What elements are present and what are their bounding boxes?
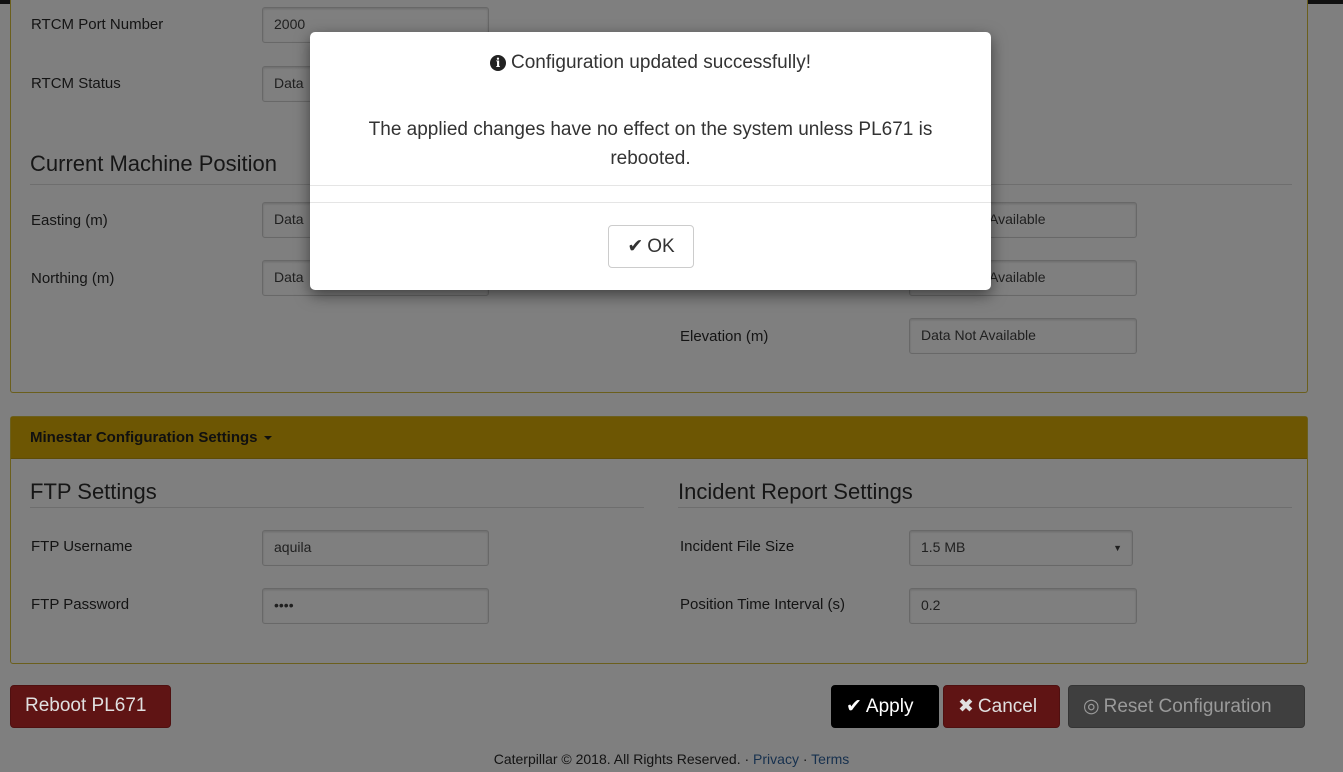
- reboot-label: Reboot PL671: [25, 695, 147, 716]
- ftp-divider: [30, 507, 644, 508]
- caret-down-icon: [263, 436, 272, 441]
- position-time-interval-label: Position Time Interval (s): [680, 596, 846, 613]
- northing-label: Northing (m): [31, 270, 115, 287]
- minestar-heading-text: Minestar Configuration Settings: [30, 429, 258, 446]
- privacy-link[interactable]: Privacy: [753, 751, 799, 767]
- rtcm-port-label: RTCM Port Number: [31, 16, 164, 33]
- incident-file-size-label: Incident File Size: [680, 538, 795, 555]
- footer-copyright: Caterpillar © 2018. All Rights Reserved.…: [493, 751, 754, 767]
- success-modal: i Configuration updated successfully! The…: [310, 32, 991, 290]
- select-arrow-icon: ▼: [1113, 543, 1122, 553]
- ftp-settings-title: FTP Settings: [30, 479, 157, 504]
- reset-configuration-button[interactable]: ◎ Reset Configuration: [1068, 685, 1305, 728]
- incident-file-size-select[interactable]: 1.5 MB ▼: [909, 530, 1133, 566]
- info-icon: i: [490, 55, 507, 71]
- modal-title: i Configuration updated successfully!: [310, 52, 991, 74]
- ok-label: OK: [647, 236, 675, 257]
- modal-message: The applied changes have no effect on th…: [368, 119, 933, 169]
- check-icon: ✔: [846, 696, 862, 717]
- times-icon: ✖: [958, 696, 974, 717]
- cancel-label: Cancel: [977, 696, 1038, 717]
- incident-file-size-value: 1.5 MB: [921, 539, 966, 555]
- incident-report-settings-title: Incident Report Settings: [678, 479, 913, 504]
- cancel-button[interactable]: ✖ Cancel: [943, 685, 1060, 728]
- ftp-username-label: FTP Username: [31, 538, 133, 555]
- check-icon: ✔: [627, 236, 644, 257]
- position-time-interval-input[interactable]: 0.2: [909, 588, 1137, 624]
- ftp-password-input[interactable]: ••••: [262, 588, 489, 624]
- terms-link[interactable]: Terms: [811, 751, 849, 767]
- apply-label: Apply: [865, 696, 914, 717]
- incident-divider: [678, 507, 1292, 508]
- life-ring-icon: ◎: [1083, 696, 1100, 717]
- ftp-username-input[interactable]: aquila: [262, 530, 489, 566]
- footer: Caterpillar © 2018. All Rights Reserved.…: [0, 751, 1343, 767]
- minestar-panel: Minestar Configuration Settings FTP Sett…: [10, 416, 1308, 664]
- easting-label: Easting (m): [31, 212, 108, 229]
- modal-title-text: Configuration updated successfully!: [511, 52, 811, 73]
- reset-label: Reset Configuration: [1103, 696, 1272, 717]
- apply-button[interactable]: ✔ Apply: [831, 685, 939, 728]
- footer-separator: ·: [798, 751, 812, 767]
- ftp-password-label: FTP Password: [31, 596, 130, 613]
- ok-button[interactable]: ✔ OK: [608, 225, 694, 268]
- minestar-panel-heading[interactable]: Minestar Configuration Settings: [11, 417, 1307, 459]
- reboot-button[interactable]: Reboot PL671: [10, 685, 171, 728]
- elevation-label: Elevation (m): [680, 328, 769, 345]
- elevation-input: Data Not Available: [909, 318, 1137, 354]
- modal-footer-divider: [310, 202, 991, 203]
- rtcm-status-label: RTCM Status: [31, 75, 121, 92]
- modal-divider: [310, 185, 991, 186]
- current-machine-position-title: Current Machine Position: [30, 151, 278, 176]
